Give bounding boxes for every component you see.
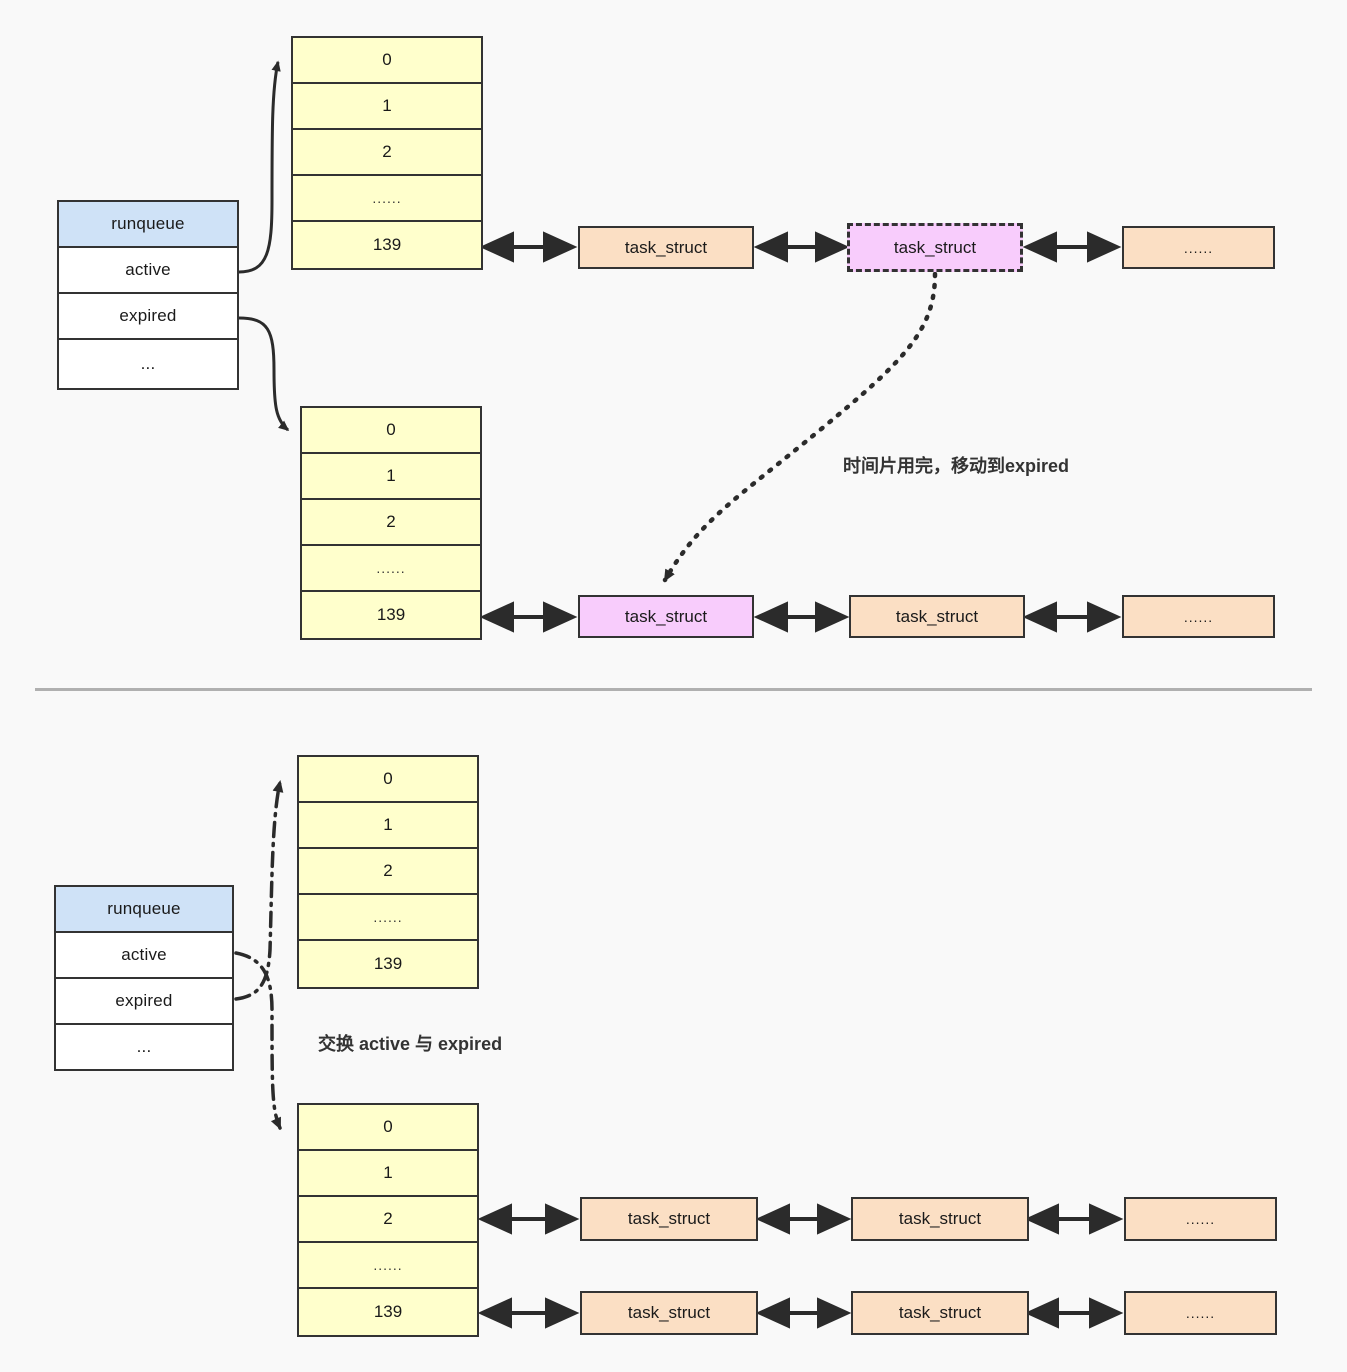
active-priority-array: 0 1 2 ...... 139 [291,36,483,270]
prio-cell-2: 2 [293,130,481,176]
annotation-swap-active-expired: 交换 active 与 expired [318,1034,503,1054]
link-migrate-to-expired [662,271,938,583]
runqueue-row-active-top: active [59,248,237,294]
runqueue-box-top: runqueue active expired ... [57,200,239,390]
runqueue-row-other-top: ... [140,354,156,373]
expired-prio-cell-0: 0 [302,408,480,454]
bottom-upper-cell-2: 2 [299,849,477,895]
runqueue-row-other-bottom: ... [136,1037,152,1056]
bottom-lower-cell-1: 1 [299,1151,477,1197]
runqueue-header-bottom: runqueue [56,887,232,933]
task-struct-row139-2: task_struct [851,1291,1029,1335]
link-swap-expired-to-active-array [234,780,284,1001]
task-struct-active-1: task_struct [578,226,754,269]
bottom-lower-cell-2: 2 [299,1197,477,1243]
bottom-upper-cell-1: 1 [299,803,477,849]
task-struct-row139-1: task_struct [580,1291,758,1335]
bottom-upper-cell-139: 139 [373,954,403,973]
prio-cell-0: 0 [293,38,481,84]
upper-priority-array-bottom: 0 1 2 ...... 139 [297,755,479,989]
link-expired-to-array [238,316,290,432]
runqueue-row-active-bottom: active [56,933,232,979]
expired-prio-cell-ellipsis: ...... [302,546,480,592]
expired-prio-cell-139: 139 [376,605,406,624]
lower-priority-array-bottom: 0 1 2 ...... 139 [297,1103,479,1337]
prio-cell-1: 1 [293,84,481,130]
diagram-canvas: runqueue active expired ... 0 1 2 ......… [0,0,1347,1372]
runqueue-row-expired-top: expired [59,294,237,340]
annotation-timeslice-expired: 时间片用完，移动到expired [843,456,1070,476]
task-struct-active-3-ellipsis: ...... [1122,226,1275,269]
expired-prio-cell-2: 2 [302,500,480,546]
task-struct-expired-3-ellipsis: ...... [1122,595,1275,638]
bottom-lower-cell-0: 0 [299,1105,477,1151]
task-struct-row2-3-ellipsis: ...... [1124,1197,1277,1241]
prio-cell-139: 139 [372,235,402,254]
prio-cell-ellipsis: ...... [293,176,481,222]
bottom-upper-cell-0: 0 [299,757,477,803]
bottom-upper-cell-ellipsis: ...... [299,895,477,941]
task-struct-row2-1: task_struct [580,1197,758,1241]
runqueue-header-top: runqueue [59,202,237,248]
bottom-lower-cell-139: 139 [373,1302,403,1321]
runqueue-box-bottom: runqueue active expired ... [54,885,234,1071]
task-struct-expired-1-highlight: task_struct [578,595,754,638]
expired-priority-array: 0 1 2 ...... 139 [300,406,482,640]
task-struct-row139-3-ellipsis: ...... [1124,1291,1277,1335]
section-divider [35,688,1312,691]
task-struct-active-2-highlight: task_struct [847,223,1023,272]
runqueue-row-expired-bottom: expired [56,979,232,1025]
task-struct-row2-2: task_struct [851,1197,1029,1241]
expired-prio-cell-1: 1 [302,454,480,500]
bottom-lower-cell-ellipsis: ...... [299,1243,477,1289]
link-swap-active-to-expired-array [234,951,282,1130]
task-struct-expired-2: task_struct [849,595,1025,638]
link-active-to-array [238,60,281,274]
